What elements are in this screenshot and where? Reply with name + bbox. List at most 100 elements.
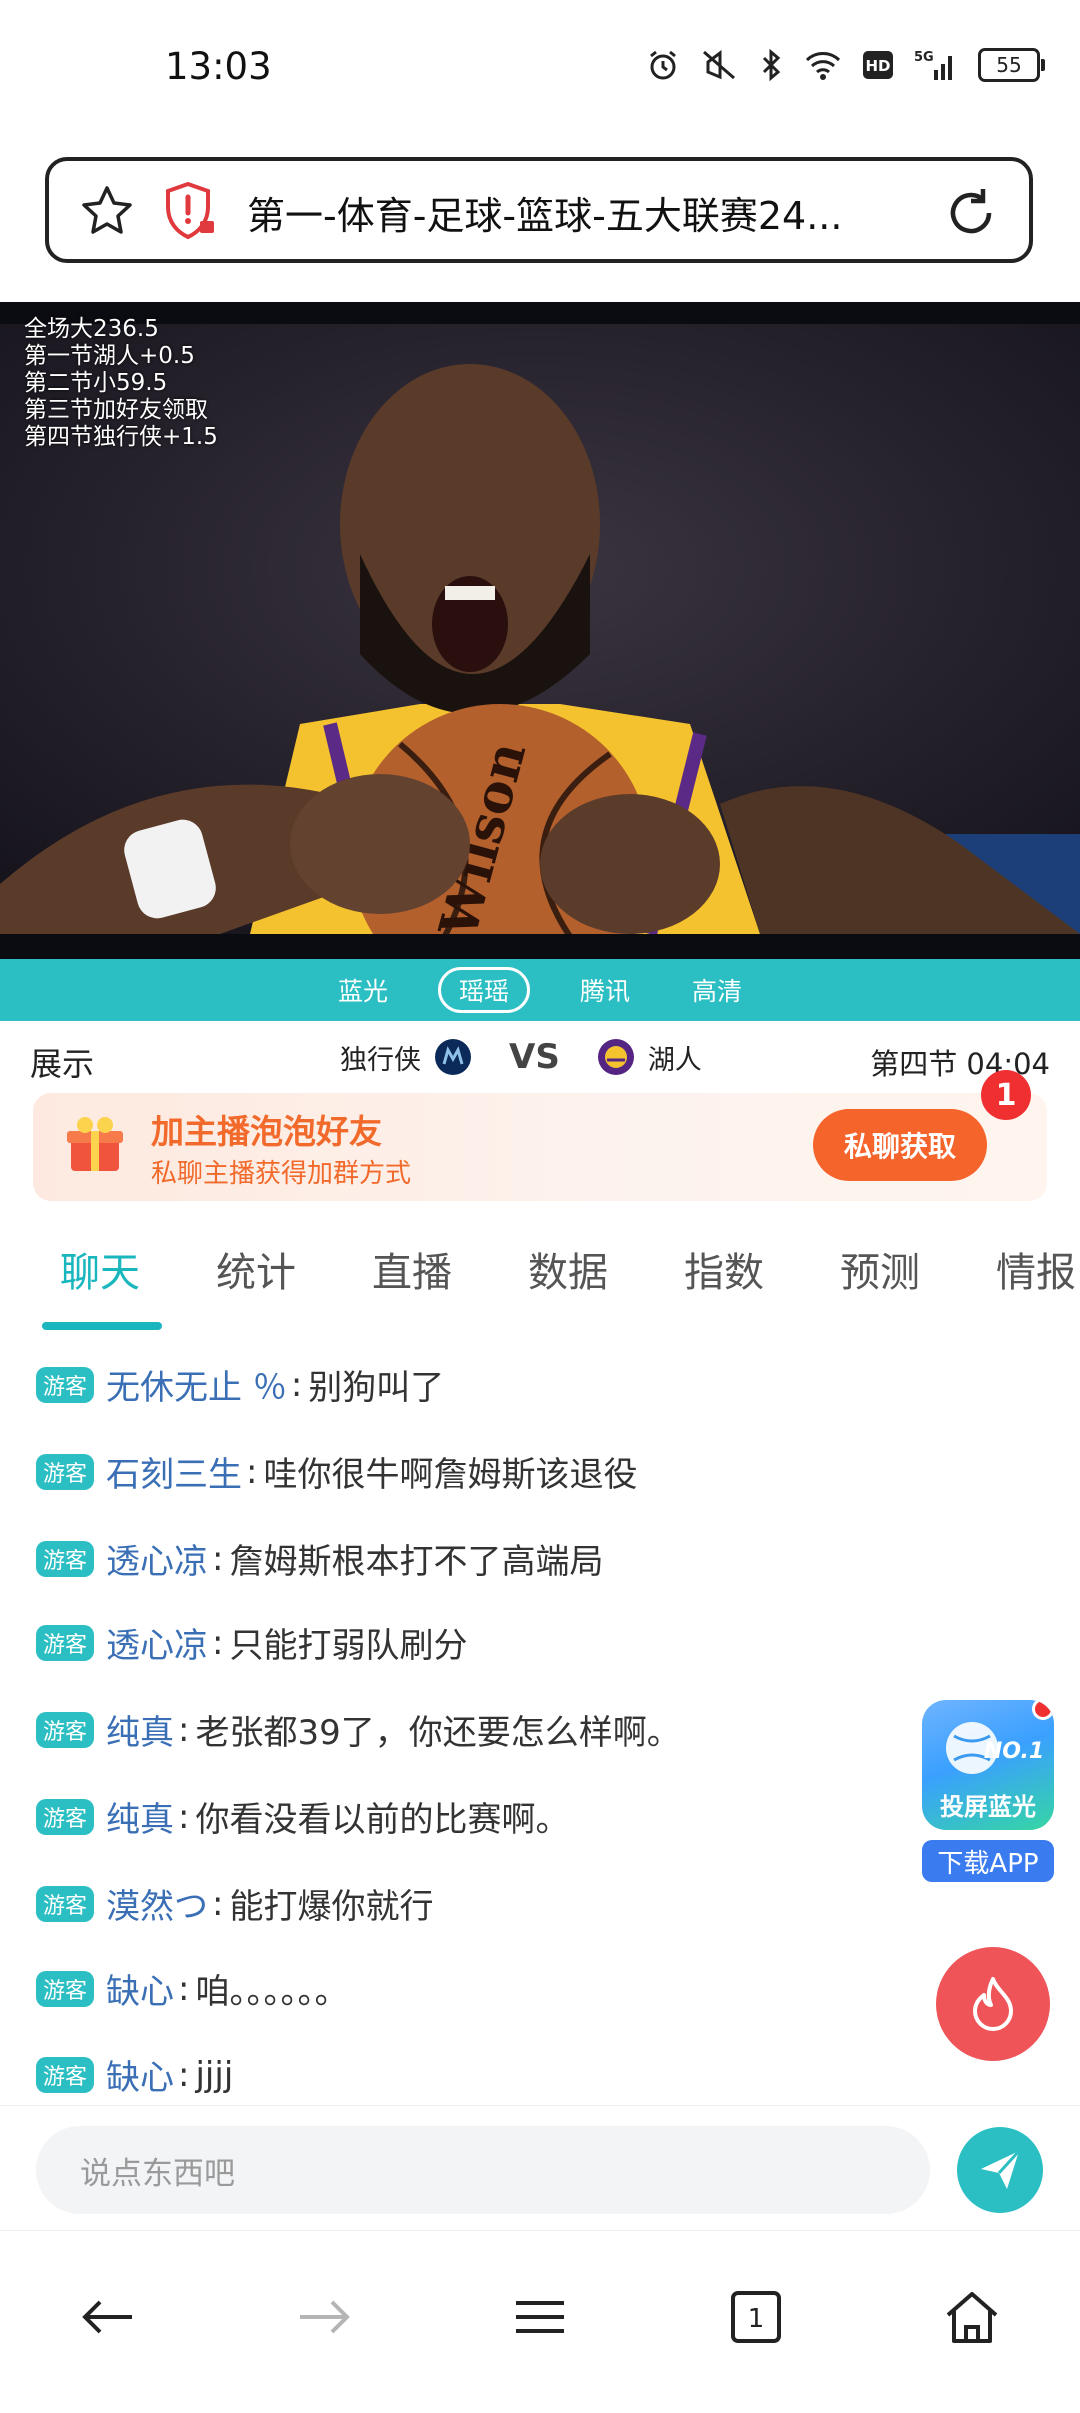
chat-text: 詹姆斯根本打不了高端局 [229, 1542, 604, 1582]
chat-message: 游客 漠然つ : 能打爆你就行 [36, 1879, 433, 1928]
video-odds-overlay: 全场大236.5 第一节湖人+0.5 第二节小59.5 第三节加好友领取 第四节… [24, 316, 218, 451]
bookmark-star-icon[interactable] [79, 183, 135, 239]
guest-badge: 游客 [36, 1798, 95, 1835]
signal-5g-icon: 5G [914, 50, 952, 80]
chat-username[interactable]: 缺心 [106, 2050, 174, 2099]
tabs-button[interactable]: 1 [716, 2277, 796, 2357]
chat-username[interactable]: 石刻三生 [106, 1447, 242, 1496]
chat-message: 游客 透心凉 : 詹姆斯根本打不了高端局 [36, 1534, 603, 1583]
guest-badge: 游客 [36, 1366, 95, 1403]
chat-text: 老张都39了，你还要怎么样啊。 [195, 1713, 681, 1753]
chat-text: 哇你很牛啊詹姆斯该退役 [263, 1455, 638, 1495]
overlay-line: 第一节湖人+0.5 [24, 343, 195, 369]
battery-indicator: 55 [978, 48, 1045, 82]
chat-text: 咱。。。。。。 [195, 1972, 349, 2012]
reload-icon[interactable] [943, 185, 999, 241]
hd-icon: HD [863, 51, 893, 79]
overlay-line: 第四节独行侠+1.5 [24, 424, 218, 450]
chat-text: 你看没看以前的比赛啊。 [195, 1800, 570, 1840]
address-bar[interactable]: 第一-体育-足球-篮球-五大联赛24... [45, 157, 1033, 263]
chat-text: 别狗叫了 [308, 1368, 445, 1408]
source-option[interactable]: 高清 [680, 968, 754, 1012]
hot-button[interactable] [936, 1947, 1050, 2061]
chat-username[interactable]: 纯真 [106, 1705, 174, 1754]
tab-stats[interactable]: 统计 [216, 1240, 296, 1298]
overlay-line: 第二节小59.5 [24, 370, 168, 396]
cast-app-promo[interactable]: NO.1 投屏蓝光 下载APP [922, 1700, 1057, 1890]
chat-username[interactable]: 漠然つ [106, 1879, 208, 1928]
chat-username[interactable]: 缺心 [106, 1964, 174, 2013]
chat-input[interactable]: 说点东西吧 [36, 2126, 930, 2214]
mute-icon [703, 50, 735, 80]
chat-username[interactable]: 纯真 [106, 1792, 174, 1841]
security-shield-icon[interactable] [164, 181, 216, 241]
chat-colon: : [212, 1622, 224, 1663]
chat-username[interactable]: 无休无止 ％ [106, 1360, 287, 1409]
chat-text: 只能打弱队刷分 [229, 1626, 468, 1666]
tab-live[interactable]: 直播 [372, 1240, 452, 1298]
promo-title: 加主播泡泡好友 [151, 1112, 382, 1151]
display-label[interactable]: 展示 [30, 1039, 94, 1085]
guest-badge: 游客 [36, 1624, 95, 1661]
tab-data[interactable]: 数据 [528, 1240, 608, 1298]
promo-banner[interactable]: 加主播泡泡好友 私聊主播获得加群方式 私聊获取 [33, 1093, 1047, 1201]
chat-colon: : [178, 1968, 190, 2009]
guest-badge: 游客 [36, 2056, 95, 2093]
vs-label: VS [509, 1037, 560, 1077]
guest-badge: 游客 [36, 1540, 95, 1577]
back-button[interactable] [68, 2277, 148, 2357]
chat-colon: : [212, 1883, 224, 1924]
app-tile[interactable]: NO.1 投屏蓝光 [922, 1700, 1054, 1830]
video-player[interactable]: Wilson 全场大236.5 第一节湖人+0.5 第二节小59.5 第三节加好… [0, 302, 1080, 959]
chat-text: jjjj [195, 2054, 234, 2095]
page-title-url[interactable]: 第一-体育-足球-篮球-五大联赛24... [247, 185, 842, 240]
flame-icon [973, 1977, 1013, 2031]
chat-message: 游客 石刻三生 : 哇你很牛啊詹姆斯该退役 [36, 1447, 637, 1496]
active-tab-indicator [42, 1322, 162, 1330]
chat-message: 游客 缺心 : jjjj [36, 2050, 233, 2099]
chat-message: 游客 纯真 : 老张都39了，你还要怎么样啊。 [36, 1705, 681, 1754]
home-team-name: 湖人 [647, 1044, 702, 1076]
chat-message: 游客 缺心 : 咱。。。。。。 [36, 1964, 348, 2013]
menu-button[interactable] [500, 2277, 580, 2357]
guest-badge: 游客 [36, 1885, 95, 1922]
teams: 独行侠 VS 湖人 [340, 1037, 702, 1077]
send-icon [981, 2149, 1021, 2189]
source-option-selected[interactable]: 瑶瑶 [437, 967, 530, 1013]
send-button[interactable] [957, 2127, 1043, 2213]
arrow-left-icon [82, 2300, 132, 2334]
app-tile-label: 投屏蓝光 [940, 1793, 1036, 1821]
private-chat-button[interactable]: 私聊获取 [813, 1109, 987, 1181]
chat-username[interactable]: 透心凉 [106, 1534, 208, 1583]
chat-colon: : [178, 1796, 190, 1837]
chat-colon: : [178, 2054, 190, 2095]
notification-badge: 1 [981, 1070, 1031, 1120]
source-option[interactable]: 蓝光 [326, 968, 400, 1012]
chat-list[interactable]: 游客 无休无止 ％ : 别狗叫了 游客 石刻三生 : 哇你很牛啊詹姆斯该退役 游… [0, 1350, 1080, 2105]
gift-icon [67, 1117, 123, 1171]
app-logo-icon: NO.1 [946, 1722, 1044, 1774]
app-logo-text: NO.1 [984, 1739, 1044, 1764]
chat-input-bar: 说点东西吧 [0, 2105, 1080, 2231]
tab-count: 1 [748, 2304, 765, 2334]
mavericks-logo-icon [435, 1039, 471, 1075]
tab-chat[interactable]: 聊天 [60, 1240, 140, 1298]
download-app-button[interactable]: 下载APP [922, 1840, 1054, 1882]
home-button[interactable] [932, 2277, 1012, 2357]
stream-source-bar: 蓝光 瑶瑶 腾讯 高清 [0, 959, 1080, 1021]
chat-message: 游客 无休无止 ％ : 别狗叫了 [36, 1360, 444, 1409]
tabs-icon: 1 [731, 2291, 781, 2343]
overlay-line: 第三节加好友领取 [24, 397, 208, 423]
chat-message: 游客 透心凉 : 只能打弱队刷分 [36, 1618, 467, 1667]
status-icons: HD 5G 55 [646, 48, 1045, 82]
guest-badge: 游客 [36, 1711, 95, 1748]
chat-username[interactable]: 透心凉 [106, 1618, 208, 1667]
svg-text:HD: HD [865, 57, 890, 75]
tab-prediction[interactable]: 预测 [840, 1240, 920, 1298]
tab-odds[interactable]: 指数 [684, 1240, 764, 1298]
source-option[interactable]: 腾讯 [568, 968, 642, 1012]
chat-message: 游客 纯真 : 你看没看以前的比赛啊。 [36, 1792, 569, 1841]
wifi-icon [805, 52, 841, 80]
tab-intel[interactable]: 情报 [996, 1240, 1076, 1298]
forward-button[interactable] [284, 2277, 364, 2357]
